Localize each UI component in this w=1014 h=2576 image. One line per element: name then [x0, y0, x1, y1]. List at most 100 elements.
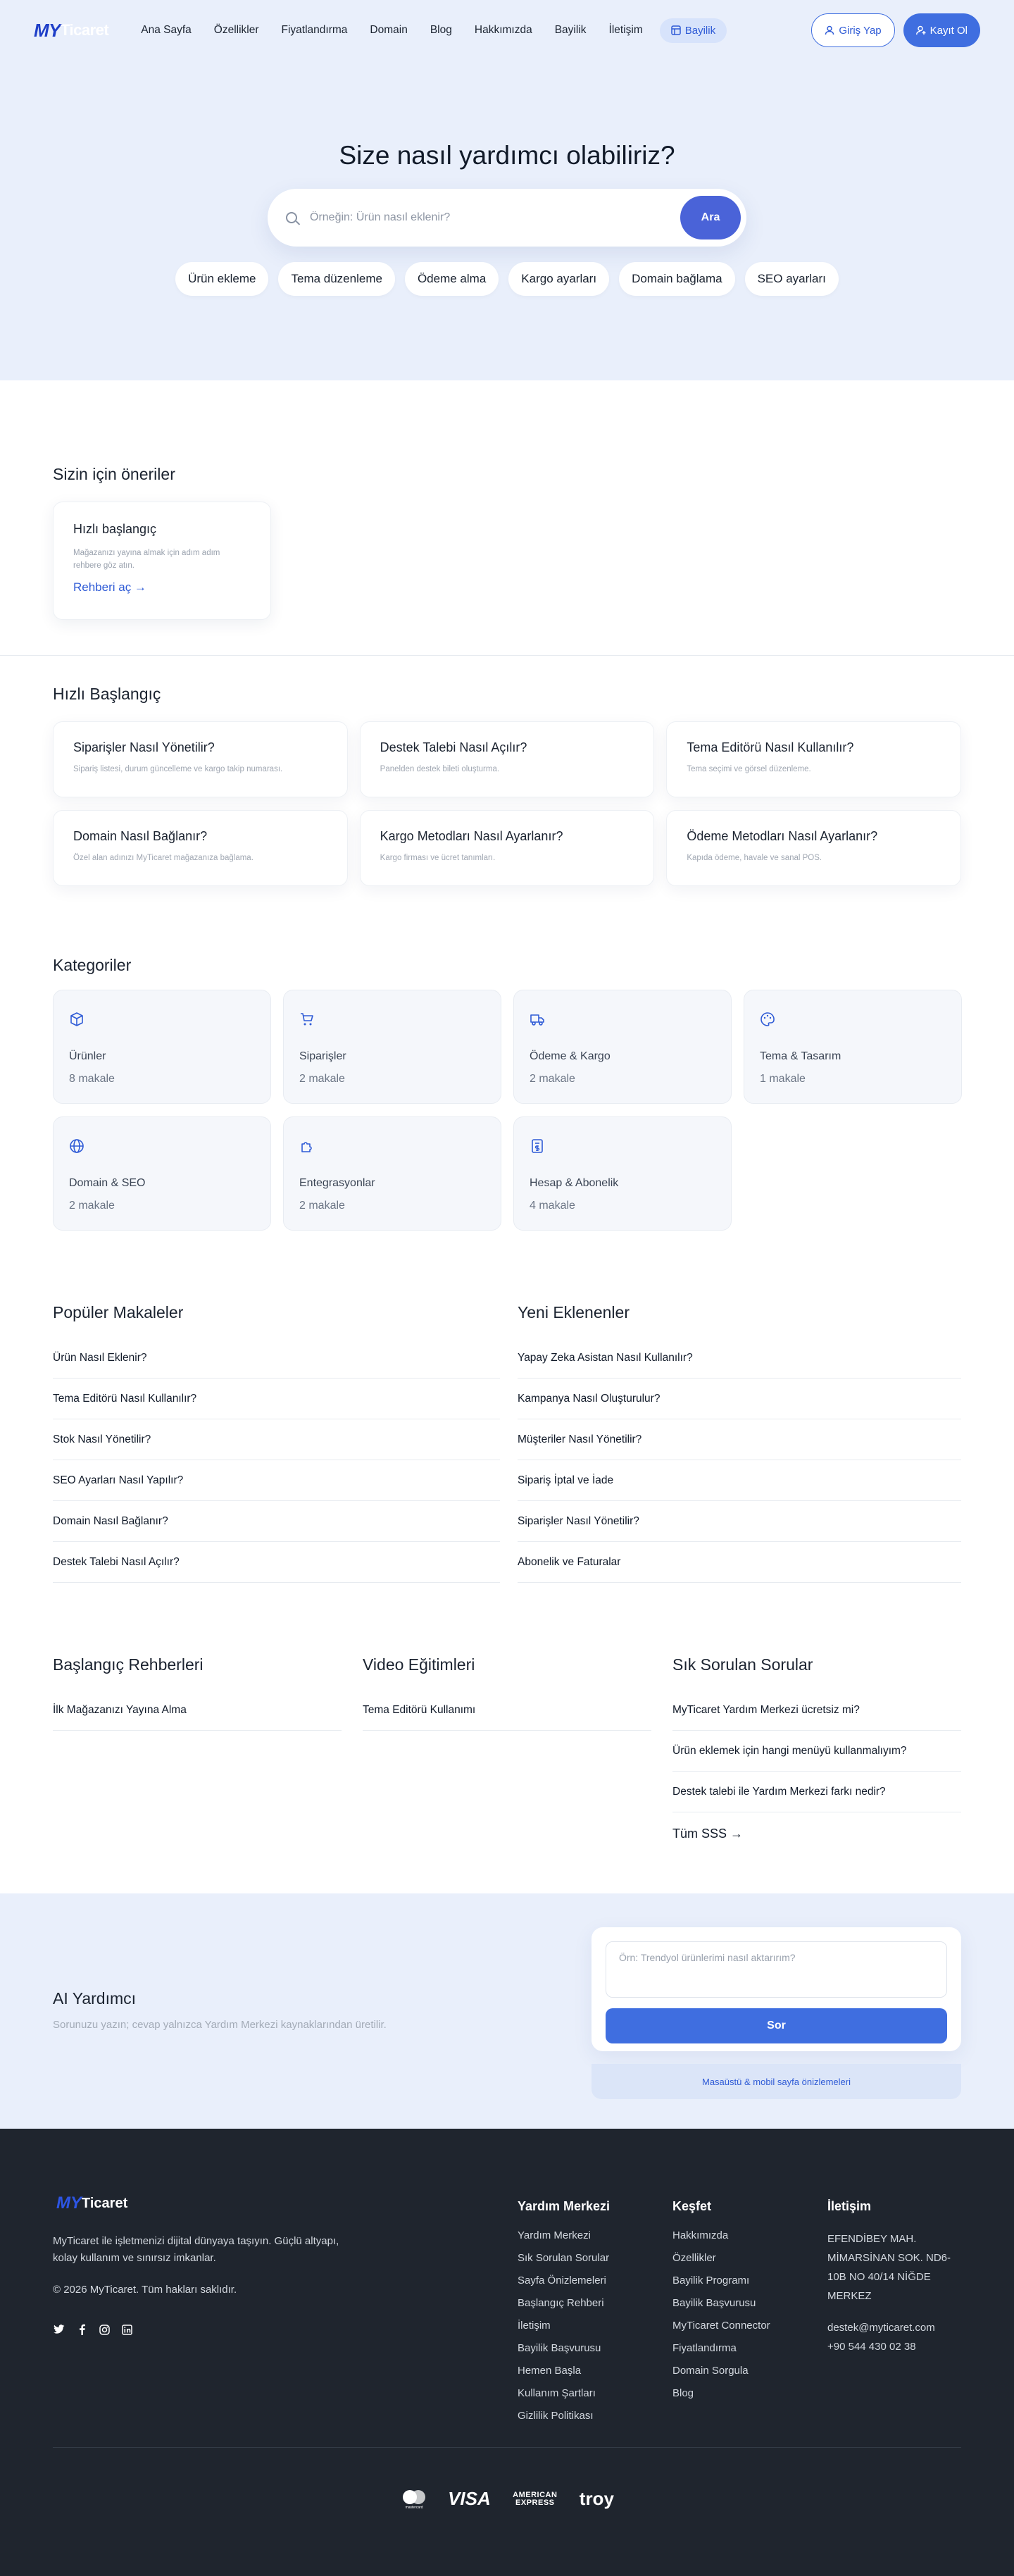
login-button[interactable]: Giriş Yap: [811, 13, 895, 47]
list-item[interactable]: Yapay Zeka Asistan Nasıl Kullanılır?: [518, 1338, 961, 1379]
search-icon: [286, 212, 297, 223]
category-card[interactable]: Entegrasyonlar 2 makale: [283, 1116, 501, 1231]
instagram-icon[interactable]: [98, 2323, 111, 2336]
ai-question-input[interactable]: [606, 1941, 947, 1998]
suggestion-chip[interactable]: Ödeme alma: [404, 262, 499, 296]
footer-link[interactable]: Domain Sorgula: [672, 2365, 770, 2377]
list-item[interactable]: SEO Ayarları Nasıl Yapılır?: [53, 1460, 500, 1501]
recommendation-card[interactable]: Hızlı başlangıç Mağazanızı yayına almak …: [53, 502, 271, 620]
list-item[interactable]: Tema Editörü Nasıl Kullanılır?: [53, 1379, 500, 1419]
category-count: 2 makale: [299, 1073, 345, 1085]
guides-title: Başlangıç Rehberleri: [53, 1655, 204, 1674]
category-card[interactable]: Siparişler 2 makale: [283, 990, 501, 1104]
category-card[interactable]: Tema & Tasarım 1 makale: [744, 990, 962, 1104]
footer-link[interactable]: Hemen Başla: [518, 2365, 610, 2377]
nav-item[interactable]: Bayilik: [544, 24, 598, 37]
nav-bayilik-pill[interactable]: Bayilik: [659, 18, 727, 43]
list-item[interactable]: Domain Nasıl Bağlanır?: [53, 1501, 500, 1542]
category-count: 2 makale: [530, 1073, 575, 1085]
footer-phone[interactable]: +90 544 430 02 38: [827, 2337, 968, 2356]
quick-start-card[interactable]: Siparişler Nasıl Yönetilir? Sipariş liste…: [53, 721, 348, 797]
category-card[interactable]: Domain & SEO 2 makale: [53, 1116, 271, 1231]
quick-start-card[interactable]: Kargo Metodları Nasıl Ayarlanır? Kargo fi…: [359, 810, 655, 886]
quick-start-card-desc: Özel alan adınızı MyTicaret mağazanıza b…: [73, 854, 254, 862]
categories-grid: Ürünler 8 makale Siparişler 2 makale Ödeme &…: [53, 990, 962, 1231]
twitter-icon[interactable]: [53, 2323, 65, 2336]
facebook-icon[interactable]: [75, 2323, 88, 2336]
category-count: 4 makale: [530, 1200, 575, 1212]
footer-link[interactable]: MyTicaret Connector: [672, 2320, 770, 2332]
list-item[interactable]: Kampanya Nasıl Oluşturulur?: [518, 1379, 961, 1419]
suggestion-chip[interactable]: Ürün ekleme: [175, 262, 269, 296]
list-item[interactable]: Müşteriler Nasıl Yönetilir?: [518, 1419, 961, 1460]
footer-link[interactable]: İletişim: [518, 2320, 610, 2332]
login-label: Giriş Yap: [839, 24, 882, 37]
search-button[interactable]: Ara: [680, 196, 741, 239]
list-item[interactable]: Ürün Nasıl Eklenir?: [53, 1338, 500, 1379]
list-item[interactable]: Tema Editörü Kullanımı: [363, 1690, 651, 1731]
quick-start-card[interactable]: Domain Nasıl Bağlanır? Özel alan adınızı …: [53, 810, 348, 886]
footer-link[interactable]: Bayilik Başvurusu: [672, 2297, 770, 2309]
nav-item[interactable]: Fiyatlandırma: [270, 24, 359, 37]
suggestion-chip[interactable]: Domain bağlama: [619, 262, 735, 296]
footer-link[interactable]: Özellikler: [672, 2252, 770, 2264]
suggestion-chip[interactable]: SEO ayarları: [744, 262, 839, 296]
category-card[interactable]: Ürünler 8 makale: [53, 990, 271, 1104]
nav-item[interactable]: Ana Sayfa: [130, 24, 203, 37]
quick-start-card[interactable]: Ödeme Metodları Nasıl Ayarlanır? Kapıda ö…: [666, 810, 961, 886]
suggestion-chip[interactable]: Tema düzenleme: [278, 262, 395, 296]
category-name: Ödeme & Kargo: [530, 1050, 611, 1062]
user-plus-icon: [915, 25, 926, 35]
register-button[interactable]: Kayıt Ol: [903, 13, 980, 47]
footer-link[interactable]: Gizlilik Politikası: [518, 2410, 610, 2422]
footer-link[interactable]: Kullanım Şartları: [518, 2387, 610, 2399]
category-card[interactable]: Hesap & Abonelik 4 makale: [513, 1116, 732, 1231]
footer-link[interactable]: Sık Sorulan Sorular: [518, 2252, 610, 2264]
grid-icon: [671, 25, 681, 35]
nav-item[interactable]: Hakkımızda: [463, 24, 544, 37]
quick-start-card[interactable]: Destek Talebi Nasıl Açılır? Panelden dest…: [359, 721, 655, 797]
list-item[interactable]: MyTicaret Yardım Merkezi ücretsiz mi?: [672, 1690, 961, 1731]
nav-item[interactable]: Özellikler: [203, 24, 270, 37]
list-item[interactable]: Destek talebi ile Yardım Merkezi farkı n…: [672, 1772, 961, 1812]
list-item[interactable]: Siparişler Nasıl Yönetilir?: [518, 1501, 961, 1542]
footer-link[interactable]: Bayilik Başvurusu: [518, 2342, 610, 2354]
footer-email[interactable]: destek@myticaret.com: [827, 2318, 968, 2337]
quick-start-card[interactable]: Tema Editörü Nasıl Kullanılır? Tema seçim…: [666, 721, 961, 797]
category-card[interactable]: Ödeme & Kargo 2 makale: [513, 990, 732, 1104]
page-previews-link[interactable]: Masaüstü & mobil sayfa önizlemeleri: [592, 2064, 961, 2099]
footer-link[interactable]: Fiyatlandırma: [672, 2342, 770, 2354]
quick-start-card-title: Ödeme Metodları Nasıl Ayarlanır?: [687, 829, 878, 843]
ai-ask-button[interactable]: Sor: [606, 2008, 947, 2043]
list-item[interactable]: Stok Nasıl Yönetilir?: [53, 1419, 500, 1460]
open-guide-link[interactable]: Rehberi aç →: [73, 580, 251, 595]
all-faq-link[interactable]: Tüm SSS →: [672, 1812, 961, 1855]
footer-link[interactable]: Hakkımızda: [672, 2229, 770, 2241]
suggestion-chip[interactable]: Kargo ayarları: [508, 262, 610, 296]
footer-link[interactable]: Sayfa Önizlemeleri: [518, 2275, 610, 2286]
footer-description: MyTicaret ile işletmenizi dijital dünyay…: [53, 2235, 339, 2264]
footer-link[interactable]: Bayilik Programı: [672, 2275, 770, 2286]
footer-link[interactable]: Başlangıç Rehberi: [518, 2297, 610, 2309]
logo[interactable]: MY Ticaret: [34, 20, 109, 42]
list-item[interactable]: İlk Mağazanızı Yayına Alma: [53, 1690, 342, 1731]
list-item[interactable]: Sipariş İptal ve İade: [518, 1460, 961, 1501]
list-item[interactable]: Ürün eklemek için hangi menüyü kullanmal…: [672, 1731, 961, 1772]
nav-item[interactable]: Domain: [358, 24, 418, 37]
payment-logos: mastercard VISA AMERICAN EXPRESS troy: [0, 2488, 1014, 2510]
footer-logo[interactable]: MY Ticaret: [56, 2194, 127, 2213]
main-nav: Ana Sayfa Özellikler Fiyatlandırma Domain Bl…: [130, 18, 727, 43]
category-count: 1 makale: [760, 1073, 806, 1085]
nav-item[interactable]: İletişim: [598, 24, 654, 37]
list-item[interactable]: Abonelik ve Faturalar: [518, 1542, 961, 1583]
amex-logo: AMERICAN EXPRESS: [513, 2490, 558, 2507]
list-item[interactable]: Destek Talebi Nasıl Açılır?: [53, 1542, 500, 1583]
quick-start-card-title: Destek Talebi Nasıl Açılır?: [380, 740, 527, 754]
footer-link[interactable]: Yardım Merkezi: [518, 2229, 610, 2241]
faq-column: Sık Sorulan Sorular MyTicaret Yardım Mer…: [672, 1655, 961, 1855]
search-input[interactable]: [310, 211, 680, 224]
nav-item[interactable]: Blog: [419, 24, 463, 37]
linkedin-icon[interactable]: [120, 2323, 133, 2336]
category-name: Tema & Tasarım: [760, 1050, 841, 1062]
footer-link[interactable]: Blog: [672, 2387, 770, 2399]
